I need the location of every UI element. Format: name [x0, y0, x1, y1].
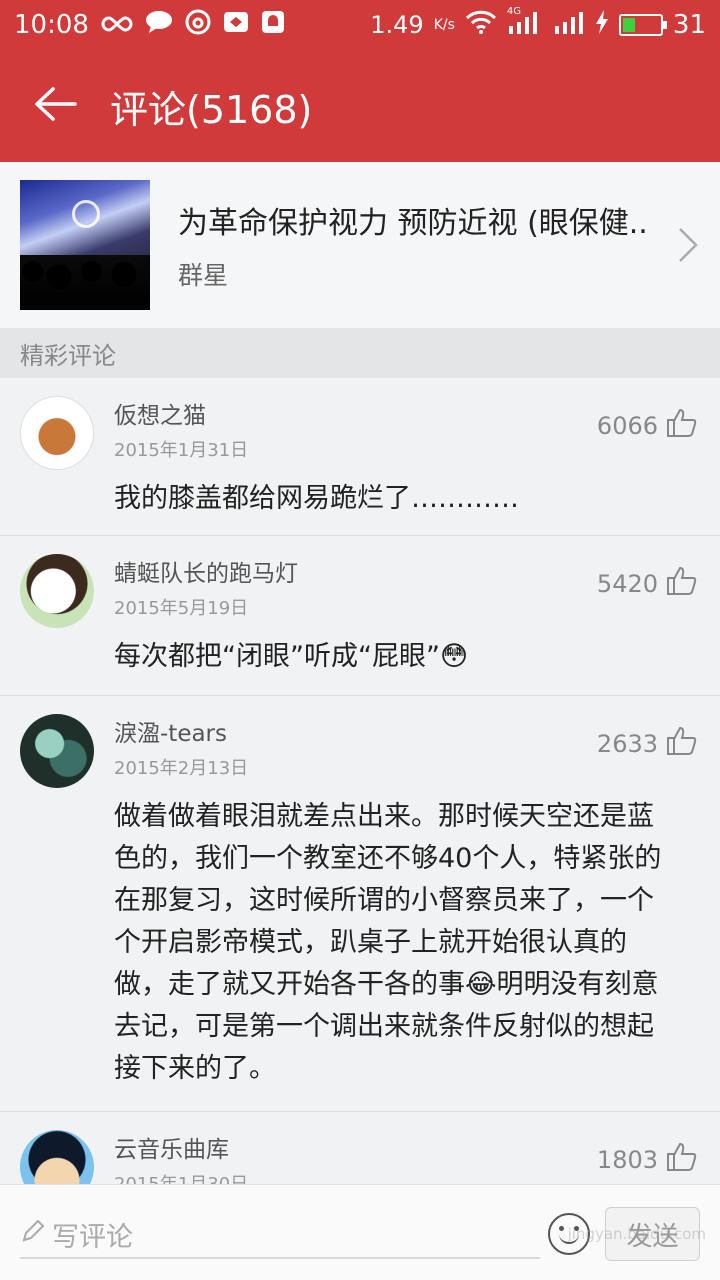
comment-item: 蜻蜓队长的跑马灯 2015年5月19日 5420 每次都把“闭眼”听成“屁眼”😳: [0, 536, 720, 696]
thumbs-up-icon: [666, 1142, 698, 1178]
avatar[interactable]: [20, 554, 94, 628]
watermark-text: jingyan.baidu.com: [567, 1225, 706, 1243]
netease-music-icon: [185, 9, 211, 42]
comment-text: 每次都把“闭眼”听成“屁眼”😳: [114, 641, 469, 672]
battery-level: 31: [672, 10, 706, 40]
netease-logo-icon: [72, 200, 100, 228]
song-card[interactable]: 为革命保护视力 预防近视 (眼保健.. 群星: [0, 162, 720, 328]
avatar[interactable]: [20, 714, 94, 788]
song-title: 为革命保护视力 预防近视 (眼保健..: [178, 206, 648, 241]
album-cover: [20, 180, 150, 310]
network-speed: 1.49: [370, 11, 424, 39]
comment-text: 我的膝盖都给网易跪烂了…………: [114, 483, 519, 514]
wifi-icon: [465, 10, 497, 41]
cellular-4g-icon: 4G: [507, 6, 543, 41]
signal-label: 4G: [506, 5, 522, 17]
thumbs-up-icon: [666, 726, 698, 762]
network-speed-unit: K/s: [433, 17, 455, 33]
arrow-left-icon: [33, 86, 77, 126]
like-count: 5420: [596, 570, 658, 598]
like-button[interactable]: 1803: [597, 1142, 698, 1178]
comment-item: 淚溋-tears 2015年2月13日 2633 做着做着眼泪就差点出来。那时候…: [0, 696, 720, 1112]
charging-icon: [595, 9, 609, 41]
like-count: 1803: [596, 1146, 658, 1174]
back-button[interactable]: [0, 50, 110, 162]
like-count: 6066: [596, 412, 658, 440]
like-button[interactable]: 6066: [597, 408, 698, 444]
cellular-signal-icon: [553, 10, 585, 41]
battery-icon: [618, 14, 667, 36]
section-header: 精彩评论: [0, 328, 720, 378]
app-notification-icon: [223, 10, 249, 41]
comment-item: 仮想之猫 2015年1月31日 6066 我的膝盖都给网易跪烂了…………: [0, 378, 720, 536]
pencil-icon: [20, 1218, 46, 1251]
status-bar: 10:08 1.49 K/s 4G 31: [0, 0, 720, 50]
comment-input[interactable]: 写评论: [20, 1211, 540, 1259]
song-artist: 群星: [178, 261, 229, 290]
thumbs-up-icon: [666, 408, 698, 444]
like-button[interactable]: 2633: [597, 726, 698, 762]
infinity-icon: [101, 10, 133, 40]
chat-bubble-icon: [145, 10, 173, 41]
like-button[interactable]: 5420: [597, 566, 698, 602]
comment-list: 仮想之猫 2015年1月31日 6066 我的膝盖都给网易跪烂了………… 蜻蜓队…: [0, 378, 720, 1232]
status-time: 10:08: [14, 10, 89, 40]
avatar[interactable]: [20, 396, 94, 470]
comment-input-placeholder: 写评论: [52, 1221, 133, 1253]
like-count: 2633: [596, 730, 658, 758]
title-bar: 评论(5168): [0, 50, 720, 162]
comment-input-bar: 写评论 发送 jingyan.baidu.com: [0, 1184, 720, 1280]
thumbs-up-icon: [666, 566, 698, 602]
page-title: 评论(5168): [110, 87, 313, 132]
bell-app-icon: [261, 10, 285, 41]
chevron-right-icon: [676, 225, 700, 265]
comment-text: 做着做着眼泪就差点出来。那时候天空还是蓝色的，我们一个教室还不够40个人，特紧张…: [114, 801, 662, 1084]
section-title: 精彩评论: [20, 341, 116, 370]
